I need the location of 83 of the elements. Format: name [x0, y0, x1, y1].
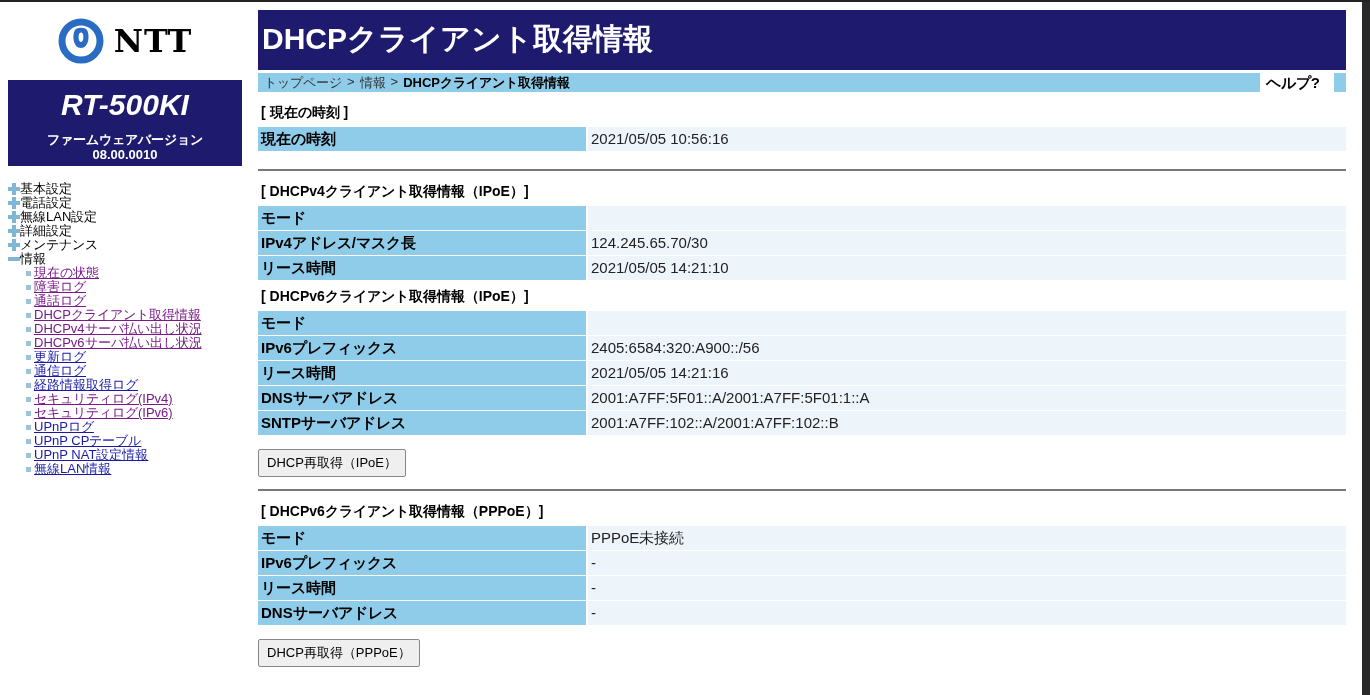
- bullet-icon: [26, 424, 31, 430]
- menu-link[interactable]: UPnPログ: [34, 420, 94, 434]
- logo-text: NTT: [113, 22, 193, 60]
- value-cell: PPPoE未接続: [588, 526, 1346, 550]
- logo-icon: [57, 18, 104, 64]
- label-cell: DNSサーバアドレス: [258, 386, 586, 410]
- bullet-icon: [26, 284, 31, 290]
- bullet-icon: [26, 410, 31, 416]
- label-cell: IPv6プレフィックス: [258, 551, 586, 575]
- value-cell: 2001:A7FF:102::A/2001:A7FF:102::B: [588, 411, 1346, 435]
- plus-icon[interactable]: [8, 197, 20, 209]
- bullet-icon: [26, 368, 31, 374]
- firmware-label: ファームウェアバージョン: [47, 132, 203, 147]
- value-cell: 2001:A7FF:5F01::A/2001:A7FF:5F01:1::A: [588, 386, 1346, 410]
- plus-icon[interactable]: [8, 239, 20, 251]
- label-cell: モード: [258, 526, 586, 550]
- section-heading: [ DHCPv4クライアント取得情報（IPoE）]: [261, 183, 530, 201]
- breadcrumb-item: DHCPクライアント取得情報: [403, 73, 571, 92]
- label-cell: SNTPサーバアドレス: [258, 411, 586, 435]
- model-name: RT-500KI: [61, 88, 189, 122]
- plus-icon[interactable]: [8, 211, 20, 223]
- menu-link[interactable]: 更新ログ: [34, 350, 86, 364]
- label-cell: DNSサーバアドレス: [258, 601, 586, 625]
- label-cell: モード: [258, 311, 586, 335]
- bullet-icon: [26, 326, 31, 332]
- value-cell: 124.245.65.70/30: [588, 231, 1346, 255]
- menu-link[interactable]: 現在の状態: [34, 266, 99, 280]
- menu-link[interactable]: セキュリティログ(IPv6): [34, 406, 173, 420]
- value-cell: 2405:6584:320:A900::/56: [588, 336, 1346, 360]
- value-cell: -: [588, 601, 1346, 625]
- page-title: DHCPクライアント取得情報: [258, 10, 1346, 70]
- label-cell: モード: [258, 206, 586, 230]
- menu-link[interactable]: UPnP CPテーブル: [34, 434, 142, 448]
- renew-button[interactable]: DHCP再取得（IPoE）: [258, 449, 407, 477]
- plus-icon[interactable]: [8, 183, 20, 195]
- menu-link[interactable]: 経路情報取得ログ: [34, 378, 138, 392]
- value-cell: 2021/05/05 10:56:16: [588, 127, 1346, 151]
- menu-link[interactable]: 無線LAN情報: [34, 462, 112, 476]
- menu-link[interactable]: セキュリティログ(IPv4): [34, 392, 173, 406]
- value-cell: 2021/05/05 14:21:10: [588, 256, 1346, 280]
- bullet-icon: [26, 312, 31, 318]
- value-cell: -: [588, 551, 1346, 575]
- plus-icon[interactable]: [8, 225, 20, 237]
- menu-item[interactable]: 無線LAN設定: [20, 210, 98, 224]
- menu-link[interactable]: DHCPv4サーバ払い出し状況: [34, 322, 202, 336]
- menu-link[interactable]: DHCPクライアント取得情報: [34, 308, 201, 322]
- bullet-icon: [26, 466, 31, 472]
- breadcrumb-separator: >: [347, 73, 355, 91]
- menu-link[interactable]: UPnP NAT設定情報: [34, 448, 149, 462]
- bullet-icon: [26, 452, 31, 458]
- bullet-icon: [26, 270, 31, 276]
- bullet-icon: [26, 340, 31, 346]
- menu-link[interactable]: 通信ログ: [34, 364, 86, 378]
- section-heading: [ 現在の時刻 ]: [261, 104, 350, 122]
- firmware-version: 08.00.0010: [92, 147, 158, 162]
- menu-link[interactable]: DHCPv6サーバ払い出し状況: [34, 336, 202, 350]
- menu-link[interactable]: 通話ログ: [34, 294, 86, 308]
- renew-button[interactable]: DHCP再取得（PPPoE）: [258, 639, 420, 667]
- bullet-icon: [26, 354, 31, 360]
- label-cell: IPv4アドレス/マスク長: [258, 231, 586, 255]
- label-cell: リース時間: [258, 576, 586, 600]
- section-heading: [ DHCPv6クライアント取得情報（PPPoE）]: [261, 503, 545, 521]
- label-cell: 現在の時刻: [258, 127, 586, 151]
- menu-link[interactable]: 障害ログ: [34, 280, 86, 294]
- breadcrumb-item[interactable]: トップページ: [264, 73, 342, 92]
- menu-item[interactable]: 電話設定: [20, 196, 72, 210]
- label-cell: リース時間: [258, 361, 586, 385]
- bullet-icon: [26, 438, 31, 444]
- menu-item[interactable]: 情報: [20, 252, 46, 266]
- bullet-icon: [26, 382, 31, 388]
- bullet-icon: [26, 396, 31, 402]
- value-cell: 2021/05/05 14:21:16: [588, 361, 1346, 385]
- breadcrumb-item[interactable]: 情報: [359, 73, 386, 92]
- menu-item[interactable]: メンテナンス: [20, 238, 98, 252]
- menu-item[interactable]: 詳細設定: [20, 224, 72, 238]
- breadcrumb-separator: >: [390, 73, 399, 91]
- bullet-icon: [26, 298, 31, 304]
- section-heading: [ DHCPv6クライアント取得情報（IPoE）]: [261, 288, 530, 306]
- help-link[interactable]: ヘルプ?: [1259, 72, 1334, 93]
- value-cell: -: [588, 576, 1346, 600]
- label-cell: リース時間: [258, 256, 586, 280]
- menu-item[interactable]: 基本設定: [20, 182, 72, 196]
- label-cell: IPv6プレフィックス: [258, 336, 586, 360]
